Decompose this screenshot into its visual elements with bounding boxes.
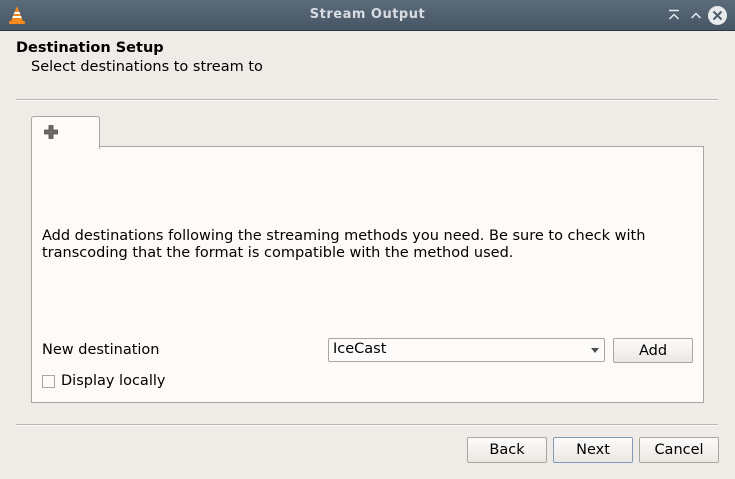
close-button[interactable]: [708, 6, 727, 25]
add-button[interactable]: Add: [613, 338, 693, 363]
stream-output-dialog: Stream Output Destination Setup Select d…: [0, 0, 735, 479]
info-text: Add destinations following the streaming…: [42, 228, 646, 261]
cancel-button[interactable]: Cancel: [639, 437, 719, 463]
chevron-down-icon: [591, 348, 599, 353]
back-button[interactable]: Back: [467, 437, 547, 463]
minimize-icon: [668, 9, 680, 20]
destination-panel: Add destinations following the streaming…: [31, 146, 704, 403]
destination-select-value: IceCast: [333, 341, 387, 357]
maximize-button[interactable]: [686, 5, 706, 25]
page-title: Destination Setup: [16, 40, 164, 56]
maximize-icon: [690, 12, 702, 19]
plus-icon: [44, 125, 58, 139]
page-subtitle: Select destinations to stream to: [31, 59, 263, 75]
new-destination-label: New destination: [42, 342, 160, 358]
display-locally-label[interactable]: Display locally: [61, 373, 165, 389]
display-locally-checkbox[interactable]: [42, 375, 55, 388]
title-bar[interactable]: Stream Output: [0, 0, 735, 31]
tab-add-destination[interactable]: [31, 116, 100, 149]
footer-divider: [16, 424, 718, 426]
close-icon: [712, 10, 723, 21]
destination-select[interactable]: IceCast: [328, 338, 605, 362]
next-button[interactable]: Next: [553, 437, 633, 463]
minimize-button[interactable]: [664, 5, 684, 25]
window-title: Stream Output: [309, 7, 426, 22]
header-divider: [16, 99, 718, 101]
